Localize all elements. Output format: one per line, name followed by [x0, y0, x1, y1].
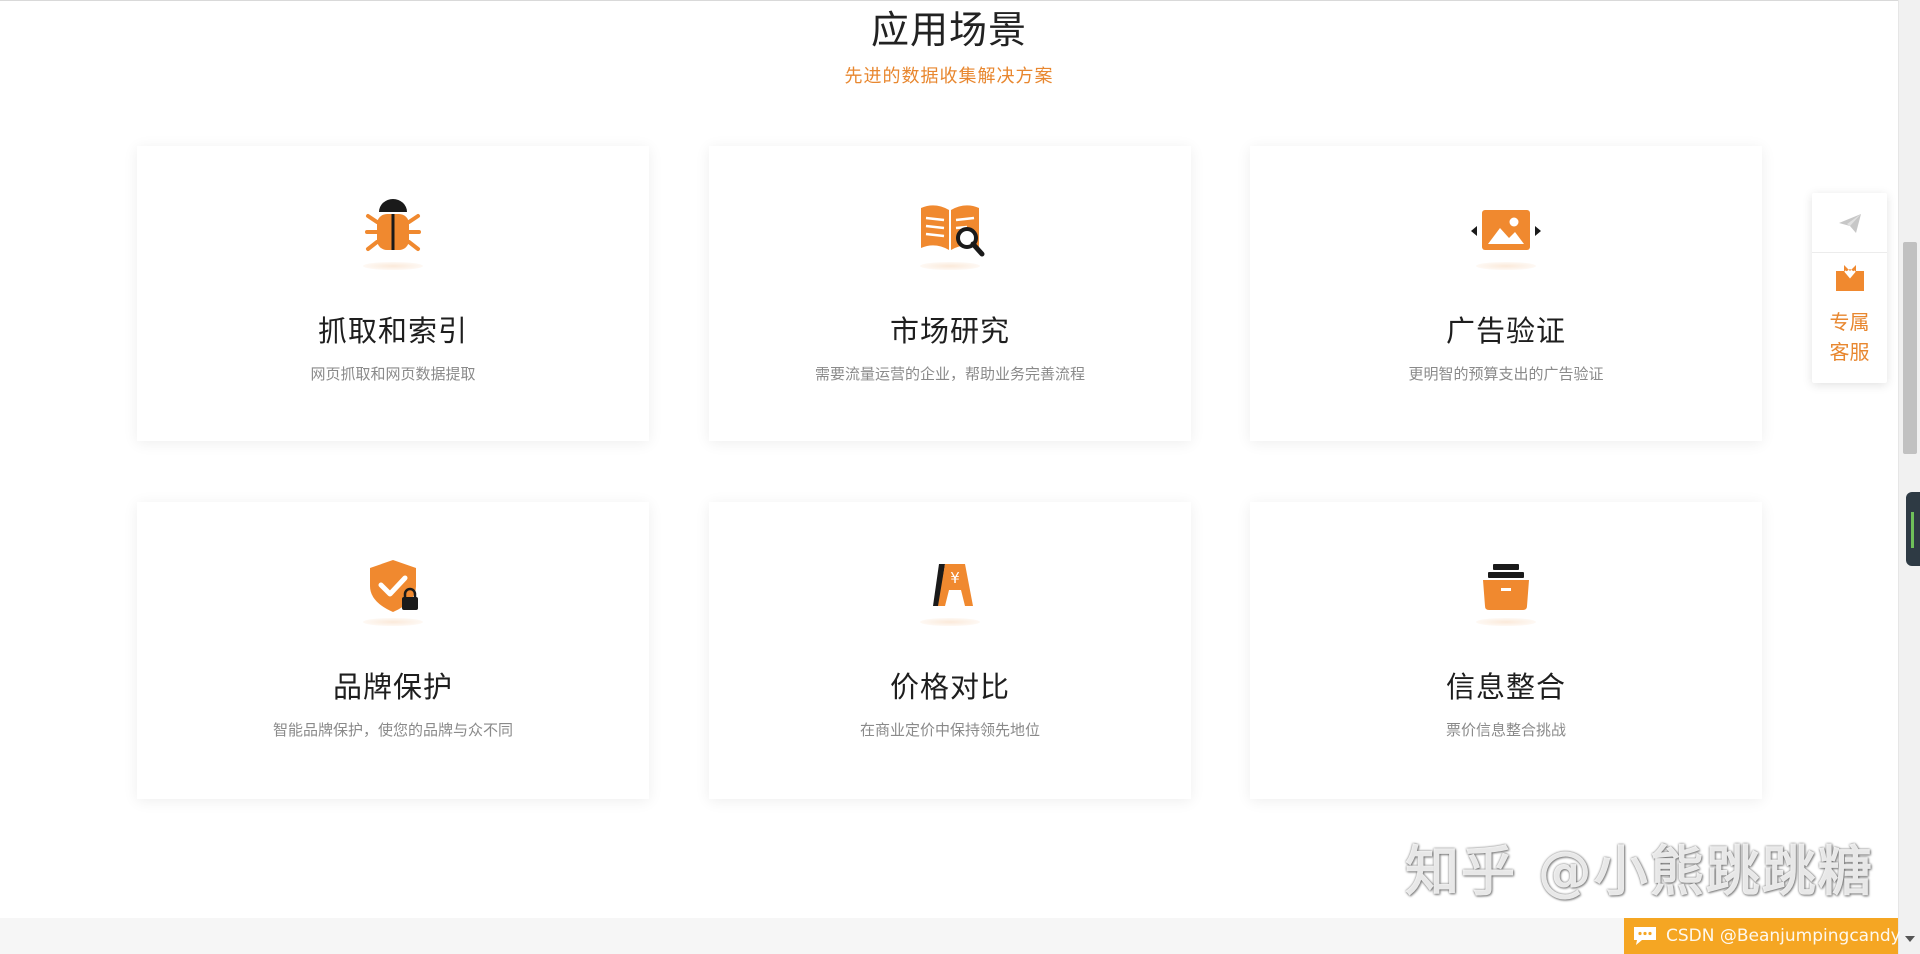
- card-price-comparison[interactable]: ¥ 价格对比 在商业定价中保持领先地位: [709, 502, 1191, 799]
- vertical-scrollbar[interactable]: [1898, 0, 1920, 954]
- card-ad-verification[interactable]: 广告验证 更明智的预算支出的广告验证: [1250, 146, 1762, 441]
- side-widget-tab[interactable]: [1906, 492, 1920, 566]
- bug-icon: [348, 198, 438, 270]
- service-label-line2: 客服: [1829, 340, 1870, 364]
- book-search-icon: [905, 198, 995, 270]
- customer-service-icon: [1836, 265, 1864, 291]
- service-label-line1: 专属: [1829, 310, 1870, 334]
- scroll-down-arrow-icon[interactable]: [1905, 936, 1915, 942]
- card-description: 智能品牌保护，使您的品牌与众不同: [272, 721, 513, 739]
- card-scraping-indexing[interactable]: 抓取和索引 网页抓取和网页数据提取: [137, 146, 649, 441]
- section-header: 应用场景 先进的数据收集解决方案: [0, 8, 1898, 88]
- card-description: 更明智的预算支出的广告验证: [1408, 365, 1604, 383]
- card-title: 抓取和索引: [317, 314, 468, 348]
- card-title: 市场研究: [889, 314, 1010, 348]
- card-title: 价格对比: [889, 670, 1010, 704]
- card-description: 票价信息整合挑战: [1445, 721, 1566, 739]
- shield-lock-icon: [348, 554, 438, 626]
- csdn-badge[interactable]: CSDN @Beanjumpingcandy: [1624, 918, 1901, 954]
- top-divider: [0, 0, 1920, 1]
- csdn-badge-text: CSDN @Beanjumpingcandy: [1666, 926, 1901, 946]
- side-widget-indicator: [1911, 512, 1914, 548]
- card-description: 网页抓取和网页数据提取: [310, 365, 476, 383]
- watermark: 知乎 @小熊跳跳糖: [1405, 840, 1874, 903]
- footer-strip: [0, 918, 1898, 954]
- section-subtitle: 先进的数据收集解决方案: [844, 66, 1054, 87]
- archive-drawer-icon: [1461, 554, 1551, 626]
- card-title: 广告验证: [1445, 314, 1566, 348]
- card-brand-protection[interactable]: 品牌保护 智能品牌保护，使您的品牌与众不同: [137, 502, 649, 799]
- card-title: 信息整合: [1445, 670, 1566, 704]
- image-ad-icon: [1461, 198, 1551, 270]
- chat-bubble-icon: [1634, 927, 1656, 945]
- scrollbar-thumb[interactable]: [1903, 242, 1917, 454]
- paper-plane-icon: [1839, 214, 1861, 233]
- service-label: 专属 客服: [1812, 307, 1887, 367]
- svg-text:¥: ¥: [950, 569, 960, 587]
- card-title: 品牌保护: [332, 670, 453, 704]
- price-sign-icon: ¥: [905, 554, 995, 626]
- card-market-research[interactable]: 市场研究 需要流量运营的企业，帮助业务完善流程: [709, 146, 1191, 441]
- dedicated-service-button[interactable]: 专属 客服: [1812, 253, 1887, 383]
- card-description: 需要流量运营的企业，帮助业务完善流程: [814, 365, 1085, 383]
- send-message-button[interactable]: [1812, 193, 1887, 253]
- section-title: 应用场景: [870, 8, 1027, 52]
- card-information-integration[interactable]: 信息整合 票价信息整合挑战: [1250, 502, 1762, 799]
- floating-contact-bar: 专属 客服: [1812, 193, 1887, 383]
- card-description: 在商业定价中保持领先地位: [859, 721, 1040, 739]
